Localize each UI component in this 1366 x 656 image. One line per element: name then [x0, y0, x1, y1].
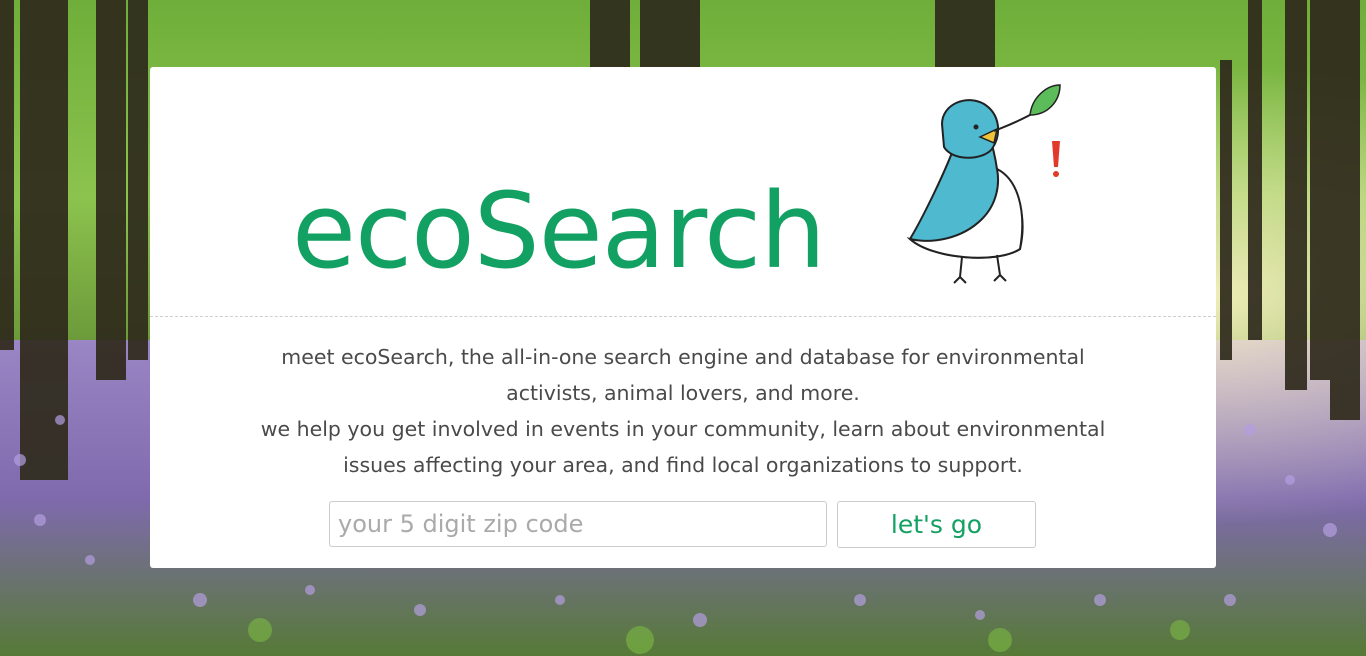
intro-description: meet ecoSearch, the all-in-one search en… [180, 339, 1186, 483]
section-divider [150, 316, 1216, 317]
intro-line: issues affecting your area, and find loc… [343, 453, 1023, 477]
intro-line: we help you get involved in events in yo… [260, 417, 1106, 441]
intro-line: activists, animal lovers, and more. [506, 381, 860, 405]
zip-code-input[interactable] [329, 501, 827, 547]
intro-card: ecoSearch meet ecoSearch, the all-in-one… [150, 67, 1216, 568]
lets-go-button[interactable]: let's go [837, 501, 1036, 548]
app-title: ecoSearch [292, 170, 826, 292]
bluebird-with-leaf-icon [902, 79, 1102, 293]
intro-line: meet ecoSearch, the all-in-one search en… [281, 345, 1085, 369]
